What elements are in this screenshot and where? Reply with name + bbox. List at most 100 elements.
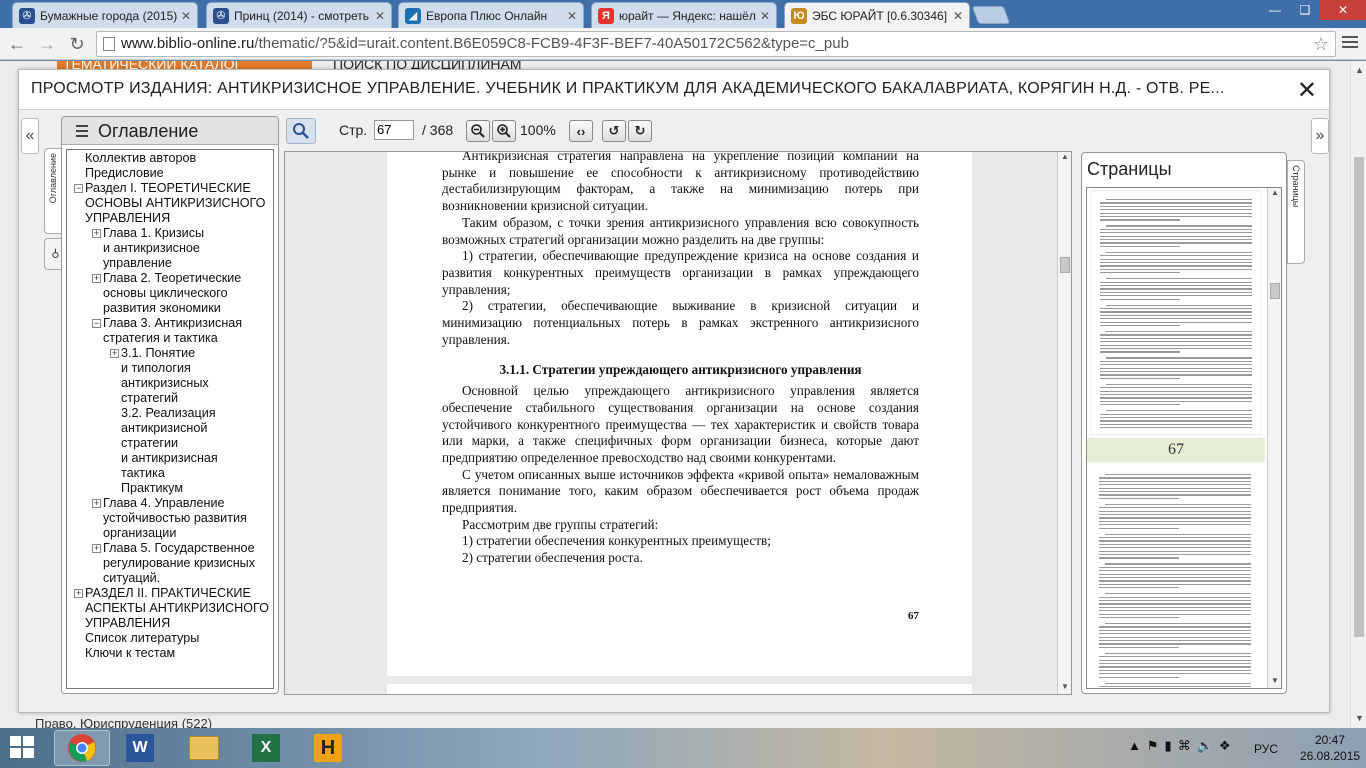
fit-width-button[interactable]: ‹› (569, 120, 593, 142)
forward-button[interactable]: → (36, 33, 58, 55)
document-paragraph: С учетом описанных выше источников эффек… (442, 466, 919, 516)
tab-close-icon[interactable]: ✕ (375, 9, 385, 23)
collapse-icon[interactable]: − (74, 184, 83, 193)
toc-item[interactable]: Ключи к тестам (67, 646, 273, 661)
scroll-up-icon[interactable]: ▲ (1355, 65, 1364, 75)
thumbnail-text-line (1099, 596, 1251, 598)
scroll-down-icon[interactable]: ▼ (1355, 713, 1364, 723)
word-taskbar-button[interactable]: W (112, 730, 168, 766)
search-button[interactable] (286, 118, 316, 144)
hamburger-icon[interactable] (76, 125, 88, 140)
rotate-right-button[interactable]: ↻ (628, 120, 652, 142)
toc-item[interactable]: Предисловие (67, 166, 273, 181)
minimize-button[interactable]: — (1260, 0, 1290, 20)
toc-item[interactable]: 3.2. Реализация антикризисной стратегии и а… (67, 406, 273, 481)
toc-item[interactable]: + Глава 2. Теоретические основы циклическо… (67, 271, 273, 316)
page-number-input[interactable]: 67 (374, 120, 414, 140)
toc-item[interactable]: Практикум (67, 481, 273, 496)
thumbnail-text-line (1100, 285, 1252, 287)
expand-icon[interactable]: + (92, 274, 101, 283)
browser-menu-icon[interactable] (1342, 36, 1358, 51)
toc-item-label: устойчивостью развития (103, 511, 247, 525)
viewer-close-icon[interactable]: ✕ (1297, 76, 1317, 105)
thumbnails-scroll-thumb[interactable] (1270, 283, 1280, 299)
toc-item[interactable]: − Глава 3. Антикризисная стратегия и такти… (67, 316, 273, 346)
toc-vertical-tab[interactable]: Оглавление (44, 148, 62, 234)
document-scroll-thumb[interactable] (1060, 257, 1070, 273)
reload-button[interactable]: ↻ (66, 33, 88, 55)
browser-tab[interactable]: Яюрайт — Яндекс: нашёлс ✕ (591, 2, 777, 28)
tab-title: юрайт — Яндекс: нашёлс (619, 8, 756, 23)
browser-tab[interactable]: ✇ Принц (2014) - смотреть ✕ (206, 2, 392, 28)
address-bar[interactable]: www.biblio-online.ru/thematic/?5&id=urai… (96, 31, 1336, 57)
toc-item[interactable]: Список литературы (67, 631, 273, 646)
excel-taskbar-button[interactable]: X (238, 730, 294, 766)
document-paragraph: Рассмотрим две группы стратегий: (462, 516, 659, 532)
thumbnails-scrollbar[interactable]: ▲ ▼ (1267, 188, 1281, 688)
system-clock[interactable]: 20:47 26.08.2015 (1300, 732, 1360, 764)
expand-icon[interactable]: + (110, 349, 119, 358)
toc-item[interactable]: + Глава 4. Управление устойчивостью развит… (67, 496, 273, 541)
tray-dropbox-icon[interactable]: ❖ (1219, 738, 1231, 754)
toc-item[interactable]: + РАЗДЕЛ II. ПРАКТИЧЕСКИЕ АСПЕКТЫ АНТИКРИЗ… (67, 586, 273, 631)
pages-vertical-tab[interactable]: Страницы (1287, 160, 1305, 264)
tab-close-icon[interactable]: ✕ (181, 9, 191, 23)
expand-icon[interactable]: + (74, 589, 83, 598)
thumbnail-text-line (1100, 298, 1180, 300)
browser-tab[interactable]: ◢ Европа Плюс Онлайн ✕ (398, 2, 584, 28)
toc-panel: Оглавление Коллектив авторов Предисловие −… (61, 116, 279, 694)
category-link[interactable]: Право. Юриспруденция (522) (35, 716, 212, 728)
thumb-scroll-up-icon[interactable]: ▲ (1271, 188, 1279, 197)
expand-icon[interactable]: + (92, 229, 101, 238)
collapse-icon[interactable]: − (92, 319, 101, 328)
maximize-button[interactable]: ❑ (1290, 0, 1320, 20)
doc-scroll-down-icon[interactable]: ▼ (1061, 682, 1069, 691)
toc-item[interactable]: + Глава 1. Кризисы и антикризисное управлен… (67, 226, 273, 271)
new-tab-button[interactable] (971, 6, 1011, 24)
chrome-taskbar-button[interactable] (54, 730, 110, 766)
window-close-button[interactable]: ✕ (1320, 0, 1366, 20)
thumb-scroll-down-icon[interactable]: ▼ (1271, 676, 1279, 685)
tray-battery-icon[interactable]: ▮ (1165, 738, 1172, 754)
browser-tab[interactable]: ✇ Бумажные города (2015) ✕ (12, 2, 198, 28)
tab-close-icon[interactable]: ✕ (760, 9, 770, 23)
toc-item[interactable]: − Раздел I. ТЕОРЕТИЧЕСКИЕ ОСНОВЫ АНТИКРИЗИ… (67, 181, 273, 226)
thumbnail-text-line (1099, 686, 1251, 688)
page-thumbnail[interactable] (1091, 190, 1261, 435)
fit-width-icon: ‹› (576, 123, 586, 139)
doc-scroll-up-icon[interactable]: ▲ (1061, 152, 1069, 161)
page-scroll-thumb[interactable] (1354, 157, 1364, 637)
tab-close-icon[interactable]: ✕ (567, 9, 577, 23)
toc-item-label: ситуаций. (103, 571, 161, 585)
back-button[interactable]: ← (6, 33, 28, 55)
tab-close-icon[interactable]: ✕ (953, 9, 963, 23)
toc-item[interactable]: + Глава 5. Государственное регулирование к… (67, 541, 273, 586)
toc-item[interactable]: Коллектив авторов (67, 151, 273, 166)
tab-title: Принц (2014) - смотреть (234, 8, 370, 23)
explorer-taskbar-button[interactable] (176, 730, 232, 766)
rotate-left-button[interactable]: ↺ (602, 120, 626, 142)
tray-network-flag-icon[interactable]: ⚑ (1147, 738, 1159, 754)
thumbnail-text-line (1100, 348, 1252, 350)
expand-icon[interactable]: + (92, 544, 101, 553)
tray-wifi-icon[interactable]: ⌘ (1178, 738, 1191, 754)
bookmark-star-icon[interactable]: ☆ (1313, 32, 1329, 56)
page-thumbnail-next[interactable] (1091, 468, 1261, 688)
document-paragraph: Таким образом, с точки зрения антикризис… (442, 214, 919, 247)
collapse-left-button[interactable]: « (21, 118, 39, 154)
zoom-out-button[interactable] (466, 120, 490, 142)
toc-item[interactable]: +3.1. Понятие и типология антикризисных стр… (67, 346, 273, 406)
toc-header: Оглавление (62, 117, 278, 145)
browser-tab[interactable]: Ю ЭБС ЮРАЙТ [0.6.30346] ✕ (784, 2, 970, 28)
page-scrollbar[interactable]: ▲ ▼ (1350, 61, 1366, 728)
tray-volume-icon[interactable]: 🔈 (1197, 738, 1213, 754)
document-scrollbar[interactable]: ▲ ▼ (1057, 152, 1071, 694)
zoom-in-button[interactable] (492, 120, 516, 142)
keyboard-language[interactable]: РУС (1254, 742, 1278, 756)
windows-start-button[interactable] (10, 736, 36, 760)
tray-expand-icon[interactable]: ▲ (1128, 738, 1141, 754)
search-vertical-tab[interactable]: ⚲ (44, 238, 62, 270)
expand-icon[interactable]: + (92, 499, 101, 508)
app-h-taskbar-button[interactable]: H (300, 730, 356, 766)
document-viewport[interactable]: Антикризисная стратегия направлена на ук… (284, 151, 1072, 695)
